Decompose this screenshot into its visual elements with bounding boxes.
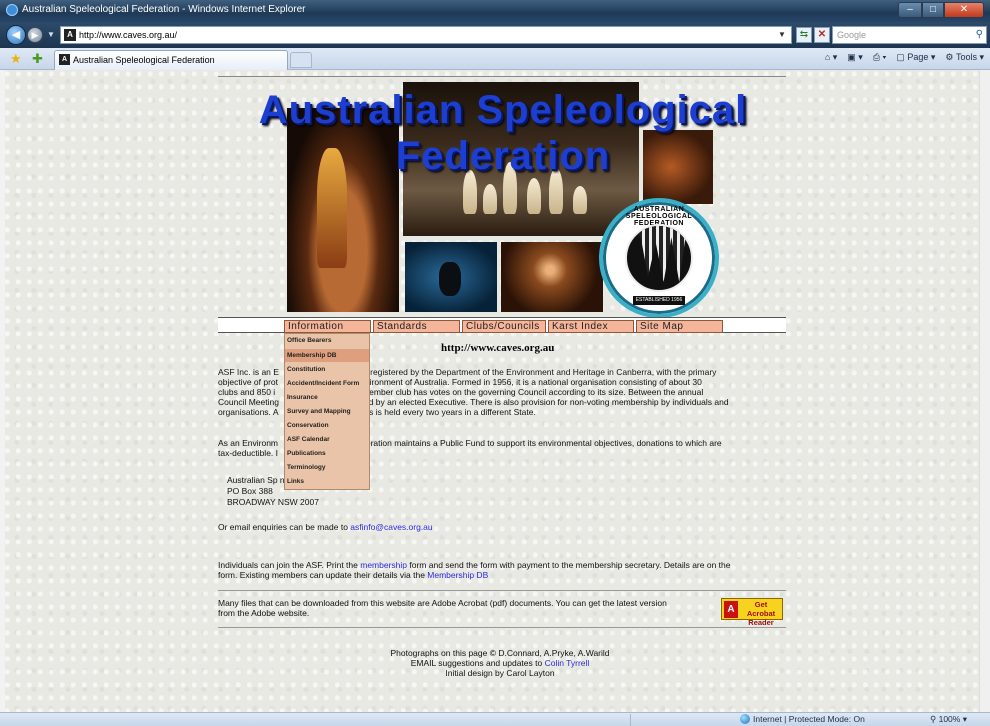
stop-button[interactable]: ✕ bbox=[814, 27, 830, 43]
logo-established: ESTABLISHED 1956 bbox=[633, 296, 685, 305]
adobe-icon: A bbox=[724, 601, 738, 618]
address-toolbar: ◀ ▶ ▼ A http://www.caves.org.au/ ▼ ⇆ ✕ G… bbox=[0, 22, 990, 48]
get-acrobat-reader-button[interactable]: A Get Acrobat Reader bbox=[721, 598, 783, 627]
menu-item-office-bearers[interactable]: Office Bearers bbox=[287, 337, 331, 344]
information-dropdown-menu: Office Bearers Membership DB Constitutio… bbox=[284, 333, 370, 490]
webmaster-link[interactable]: Colin Tyrrell bbox=[545, 658, 590, 668]
page-credits: Photographs on this page © D.Connard, A.… bbox=[390, 648, 610, 678]
title-bar: Australian Speleological Federation - Wi… bbox=[0, 0, 990, 22]
site-favicon: A bbox=[64, 29, 76, 41]
globe-icon bbox=[740, 714, 750, 724]
feeds-icon[interactable]: ▣ ▾ bbox=[847, 52, 863, 63]
nav-information[interactable]: Information bbox=[284, 320, 371, 333]
maximize-button[interactable]: □ bbox=[922, 2, 944, 18]
menu-item-links[interactable]: Links bbox=[287, 478, 304, 485]
status-bar: Internet | Protected Mode: On ⚲ 100% ▾ bbox=[0, 712, 990, 726]
main-nav: Information Standards Clubs/Councils Kar… bbox=[218, 317, 786, 333]
asf-logo: AUSTRALIAN SPELEOLOGICAL FEDERATION ESTA… bbox=[599, 198, 719, 318]
pdf-notice: Many files that can be downloaded from t… bbox=[218, 598, 667, 618]
page-content: AUSTRALIAN SPELEOLOGICAL FEDERATION ESTA… bbox=[213, 70, 787, 712]
membership-form-link[interactable]: membership bbox=[360, 560, 407, 570]
banner-title: Australian Speleological Federation bbox=[223, 86, 783, 180]
new-tab-button[interactable] bbox=[290, 52, 312, 68]
search-input[interactable]: Google ⚲ bbox=[832, 26, 987, 44]
window-title: Australian Speleological Federation - Wi… bbox=[22, 4, 306, 15]
site-banner: AUSTRALIAN SPELEOLOGICAL FEDERATION ESTA… bbox=[213, 78, 787, 318]
postal-address-line3: BROADWAY NSW 2007 bbox=[227, 497, 319, 507]
security-zone[interactable]: Internet | Protected Mode: On bbox=[740, 714, 865, 724]
add-favorites-icon[interactable]: ✚ bbox=[32, 51, 43, 67]
nav-karst-index[interactable]: Karst Index bbox=[548, 320, 634, 333]
tab-label: Australian Speleological Federation bbox=[73, 55, 215, 65]
email-link[interactable]: asfinfo@caves.org.au bbox=[350, 522, 432, 532]
menu-item-asf-calendar[interactable]: ASF Calendar bbox=[287, 436, 330, 443]
menu-item-membership-db[interactable]: Membership DB bbox=[285, 349, 369, 362]
page-viewport: AUSTRALIAN SPELEOLOGICAL FEDERATION ESTA… bbox=[0, 70, 990, 712]
window-controls: – □ ✕ bbox=[898, 2, 984, 18]
postal-address-line1: Australian Sp n bbox=[227, 475, 285, 485]
menu-item-insurance[interactable]: Insurance bbox=[287, 394, 318, 401]
ie-icon bbox=[6, 4, 18, 16]
tools-menu[interactable]: ⚙ Tools ▾ bbox=[945, 52, 984, 63]
nav-clubs-councils[interactable]: Clubs/Councils bbox=[462, 320, 546, 333]
nav-site-map[interactable]: Site Map bbox=[636, 320, 723, 333]
tab-bar: ★ ✚ A Australian Speleological Federatio… bbox=[0, 48, 990, 70]
address-dropdown-icon[interactable]: ▼ bbox=[778, 30, 786, 39]
favorites-star-icon[interactable]: ★ bbox=[10, 51, 22, 67]
tab-favicon: A bbox=[59, 54, 70, 65]
search-placeholder: Google bbox=[837, 30, 867, 40]
search-icon[interactable]: ⚲ bbox=[976, 27, 983, 43]
close-button[interactable]: ✕ bbox=[944, 2, 984, 18]
email-enquiries: Or email enquiries can be made to asfinf… bbox=[218, 522, 433, 532]
divider-before-pdf bbox=[218, 590, 786, 591]
logo-cave-emblem bbox=[625, 224, 693, 292]
tab-active[interactable]: A Australian Speleological Federation bbox=[54, 50, 288, 70]
zoom-level[interactable]: ⚲ 100% ▾ bbox=[930, 714, 967, 725]
postal-address-line2: PO Box 388 bbox=[227, 486, 273, 496]
address-input[interactable]: A http://www.caves.org.au/ bbox=[60, 26, 792, 44]
cave-tunnel-photo bbox=[501, 242, 603, 312]
minimize-button[interactable]: – bbox=[898, 2, 922, 18]
vertical-scrollbar[interactable] bbox=[979, 70, 990, 712]
history-dropdown-icon[interactable]: ▼ bbox=[47, 30, 55, 39]
page-menu[interactable]: ▢ Page ▾ bbox=[896, 52, 935, 63]
menu-item-conservation[interactable]: Conservation bbox=[287, 422, 329, 429]
join-paragraph: Individuals can join the ASF. Print the … bbox=[218, 560, 731, 580]
home-icon[interactable]: ⌂ ▾ bbox=[825, 52, 837, 63]
forward-button[interactable]: ▶ bbox=[27, 27, 43, 43]
menu-item-terminology[interactable]: Terminology bbox=[287, 464, 326, 471]
banner-title-line2: Federation bbox=[395, 134, 611, 178]
print-icon[interactable]: ⎙ ▾ bbox=[873, 52, 886, 63]
site-url-caption: http://www.caves.org.au bbox=[441, 342, 555, 354]
top-divider bbox=[218, 76, 786, 77]
menu-item-accident-form[interactable]: Accident/Incident Form bbox=[287, 380, 359, 387]
menu-item-publications[interactable]: Publications bbox=[287, 450, 326, 457]
cave-diver-photo bbox=[405, 242, 497, 312]
divider-before-credits bbox=[218, 627, 786, 628]
back-button[interactable]: ◀ bbox=[6, 25, 26, 45]
banner-title-line1: Australian Speleological bbox=[258, 88, 748, 132]
command-bar: ⌂ ▾ ▣ ▾ ⎙ ▾ ▢ Page ▾ ⚙ Tools ▾ bbox=[825, 52, 984, 63]
menu-item-constitution[interactable]: Constitution bbox=[287, 366, 325, 373]
address-url: http://www.caves.org.au/ bbox=[79, 30, 178, 40]
refresh-button[interactable]: ⇆ bbox=[796, 27, 812, 43]
nav-standards[interactable]: Standards bbox=[373, 320, 460, 333]
menu-item-survey-mapping[interactable]: Survey and Mapping bbox=[287, 408, 351, 415]
membership-db-link[interactable]: Membership DB bbox=[427, 570, 488, 580]
